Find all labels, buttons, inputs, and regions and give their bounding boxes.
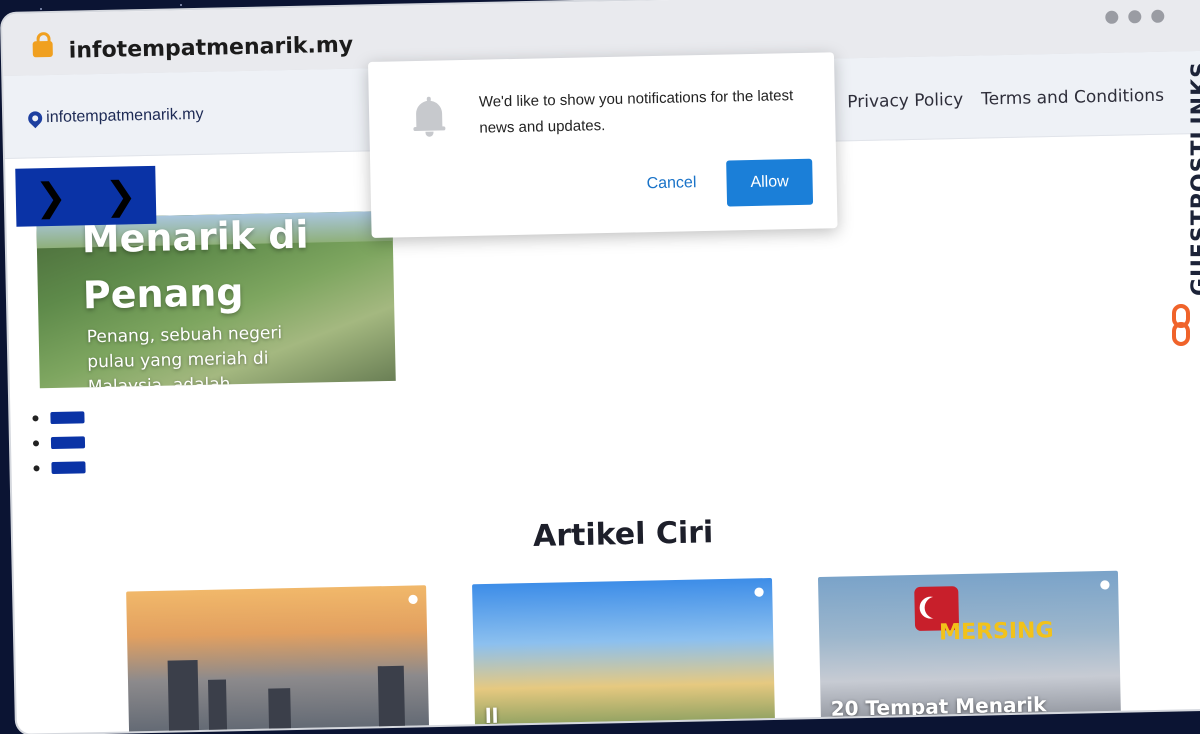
chain-link-icon — [1170, 304, 1192, 348]
hero-title: Menarik di Penang — [81, 211, 310, 323]
article-card[interactable]: ● — [126, 585, 430, 734]
slider-pagination — [32, 404, 86, 480]
bullet-icon — [32, 439, 40, 446]
article-card[interactable]: MERSING ● 20 Tempat Menarik — [817, 570, 1122, 728]
watermark-text: GUESTPOSTLINKS — [1188, 61, 1200, 296]
article-card[interactable]: ● ll — [472, 577, 776, 734]
logo-text: infotempatmenarik.my — [46, 105, 204, 127]
pagination-item[interactable] — [32, 404, 85, 430]
bullet-icon — [32, 414, 39, 421]
bullet-icon — [33, 464, 40, 471]
pagination-item[interactable] — [33, 454, 86, 480]
location-pin-icon: ● — [753, 584, 765, 599]
card-sign-text: MERSING — [938, 618, 1054, 646]
main-nav: s Privacy Policy Terms and Conditions — [820, 86, 1164, 113]
section-title: Artikel Ciri — [532, 515, 714, 554]
chevron-right-icon[interactable]: ❯ — [34, 175, 67, 220]
window-dot-icon[interactable] — [1128, 10, 1142, 24]
card-title: 20 Tempat Menarik — [830, 692, 1047, 721]
location-pin-icon: ● — [1099, 576, 1111, 592]
slider-arrows: ❯ ❯ — [15, 165, 157, 227]
pagination-button[interactable] — [51, 460, 86, 474]
notification-message: We'd like to show you notifications for … — [478, 87, 794, 137]
cancel-button[interactable]: Cancel — [640, 173, 702, 194]
card-title: ll — [484, 703, 499, 729]
site-logo[interactable]: infotempatmenarik.my — [25, 105, 204, 129]
allow-button[interactable]: Allow — [726, 158, 814, 207]
chevron-right-icon[interactable]: ❯ — [104, 173, 137, 218]
pagination-item[interactable] — [32, 429, 86, 455]
notification-prompt: We'd like to show you notifications for … — [368, 52, 838, 238]
hero-slide[interactable]: Menarik di Penang Penang, sebuah negeri … — [36, 210, 396, 389]
lock-icon — [32, 40, 53, 58]
pagination-button[interactable] — [50, 435, 86, 449]
location-pin-icon — [25, 108, 46, 129]
hero-subtitle: Penang, sebuah negeri pulau yang meriah … — [86, 323, 283, 389]
window-dot-icon[interactable] — [1151, 9, 1165, 23]
address-bar-url[interactable]: infotempatmenarik.my — [69, 33, 354, 64]
watermark: GUESTPOSTLINKS — [1158, 58, 1200, 358]
location-pin-icon: ● — [407, 591, 419, 606]
pagination-button[interactable] — [50, 410, 85, 424]
hero-title-line2: Penang — [82, 270, 244, 318]
nav-item-privacy-policy[interactable]: Privacy Policy — [847, 90, 963, 112]
window-dot-icon[interactable] — [1105, 10, 1119, 24]
bell-icon — [413, 96, 446, 137]
nav-item-terms[interactable]: Terms and Conditions — [981, 86, 1164, 110]
window-controls — [1105, 9, 1165, 24]
